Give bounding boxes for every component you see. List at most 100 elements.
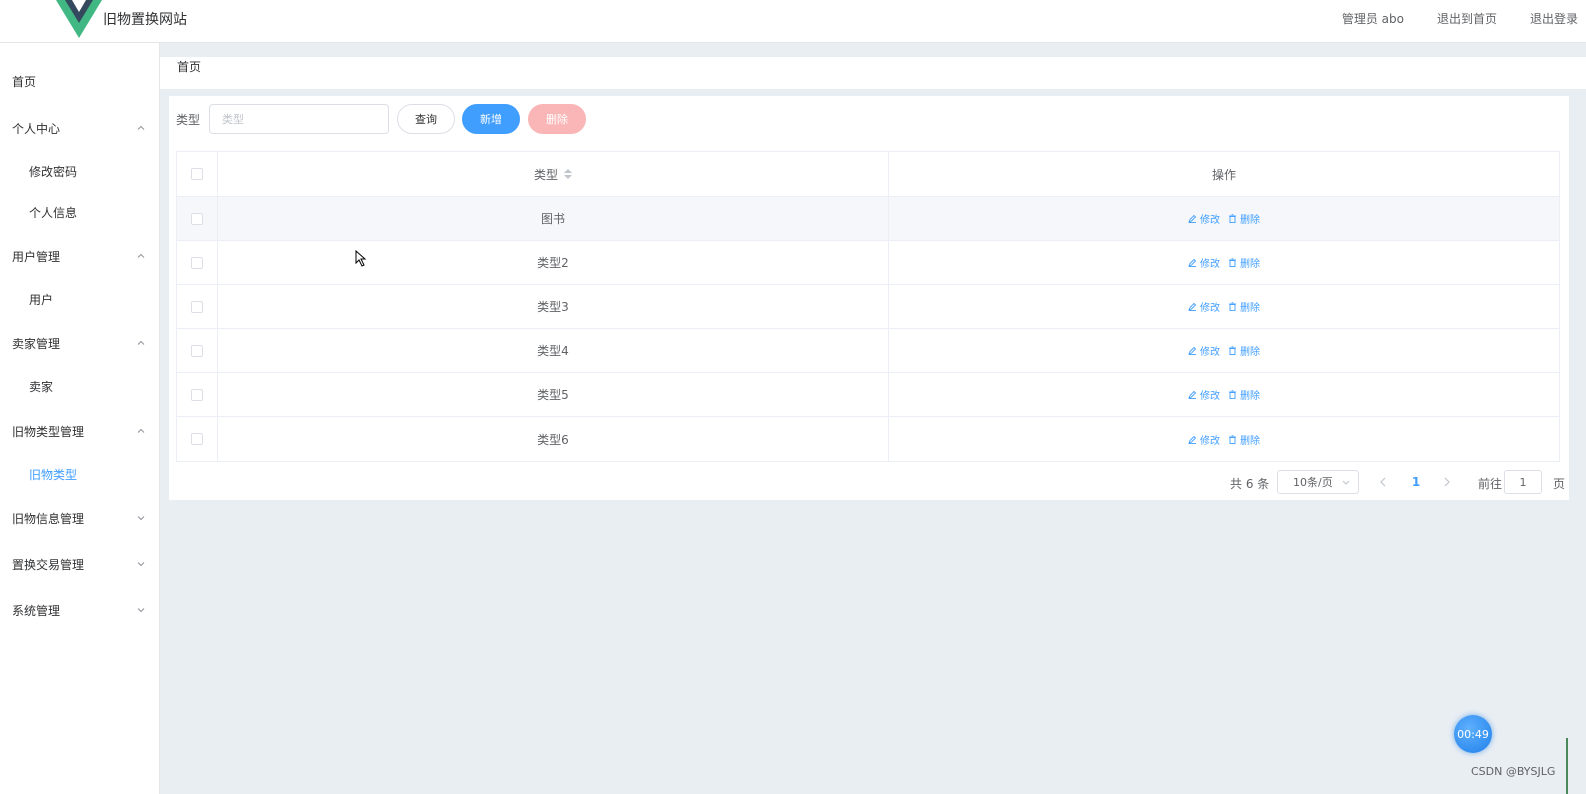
type-cell: 类型5	[218, 373, 889, 416]
delete-button[interactable]: 删除	[1228, 211, 1260, 226]
sidebar-item-label: 系统管理	[12, 603, 61, 618]
sidebar-item-label: 首页	[12, 74, 37, 89]
sidebar-menu: 首页个人中心修改密码个人信息 用户管理用户卖家管理卖家 旧物类型管理旧物类型旧物信息…	[0, 43, 160, 794]
edit-button[interactable]: 修改	[1188, 299, 1220, 314]
delete-button[interactable]: 删除	[1228, 299, 1260, 314]
row-checkbox[interactable]	[191, 256, 203, 269]
op-cell: 修改 删除	[889, 197, 1559, 240]
edit-button[interactable]: 修改	[1188, 387, 1220, 402]
row-checkbox[interactable]	[191, 433, 203, 445]
goto-page-input[interactable]	[1504, 470, 1542, 494]
sidebar-item[interactable]: 个人信息	[0, 190, 159, 234]
sidebar-item[interactable]: 卖家	[0, 364, 159, 408]
edit-icon	[1188, 302, 1197, 311]
delete-icon	[1229, 214, 1236, 223]
edit-label: 修改	[1200, 303, 1220, 314]
sidebar-item[interactable]: 旧物类型	[0, 452, 159, 496]
delete-icon	[1229, 302, 1236, 311]
edit-icon	[1188, 214, 1197, 223]
sidebar-item[interactable]: 首页	[0, 59, 159, 103]
row-check-cell	[177, 373, 218, 416]
delete-button[interactable]: 删除	[1228, 432, 1260, 447]
type-column-header[interactable]: 类型	[218, 152, 889, 196]
edit-button[interactable]: 修改	[1188, 255, 1220, 270]
type-value: 类型5	[537, 388, 569, 402]
edit-icon	[1188, 258, 1197, 267]
table-row[interactable]: 类型5 修改 删除	[177, 373, 1559, 417]
table-row[interactable]: 类型6 修改 删除	[177, 417, 1559, 461]
search-label: 类型	[176, 113, 201, 127]
table-row[interactable]: 类型2 修改 删除	[177, 241, 1559, 285]
logout-link[interactable]: 退出登录	[1530, 10, 1578, 26]
page-size-select[interactable]: 10条/页	[1277, 470, 1359, 494]
next-page-icon[interactable]	[1440, 474, 1454, 490]
sidebar-item[interactable]: 卖家管理	[0, 321, 159, 365]
prev-page-icon[interactable]	[1376, 474, 1390, 490]
edge-strip	[1566, 738, 1568, 794]
sidebar-item[interactable]: 旧物信息管理	[0, 496, 159, 540]
sidebar-item[interactable]: 用户	[0, 277, 159, 321]
edit-button[interactable]: 修改	[1188, 432, 1220, 447]
breadcrumb[interactable]: 首页	[177, 58, 201, 75]
delete-button[interactable]: 删除	[1228, 387, 1260, 402]
sidebar-item-label: 用户	[29, 292, 54, 307]
sidebar-item[interactable]: 修改密码	[0, 149, 159, 193]
sidebar-item[interactable]: 旧物类型管理	[0, 409, 159, 453]
current-user: 管理员 abo	[1341, 12, 1404, 26]
table-row[interactable]: 类型3 修改 删除	[177, 285, 1559, 329]
edit-label: 修改	[1200, 347, 1220, 358]
row-checkbox[interactable]	[191, 344, 203, 357]
type-search-input[interactable]	[209, 104, 389, 134]
sidebar-item-label: 旧物信息管理	[12, 511, 85, 526]
delete-label: 删除	[1240, 215, 1260, 226]
back-home-link[interactable]: 退出到首页	[1437, 10, 1497, 26]
type-cell: 类型2	[218, 241, 889, 284]
chevron-up-icon	[137, 428, 145, 433]
chevron-up-icon	[137, 340, 145, 345]
type-cell: 类型4	[218, 329, 889, 372]
row-check-cell	[177, 329, 218, 372]
sidebar-item[interactable]: 个人中心	[0, 106, 159, 150]
main-content: 首页 类型 查询 新增 删除 类型 操作	[160, 43, 1586, 794]
edit-button[interactable]: 修改	[1188, 211, 1220, 226]
page-number-1[interactable]: 1	[1410, 475, 1422, 489]
sidebar-item-label: 旧物类型	[29, 467, 78, 482]
site-title: 旧物置换网站	[103, 12, 187, 28]
type-cell: 类型6	[218, 417, 889, 461]
delete-button[interactable]: 删除	[1228, 343, 1260, 358]
delete-button[interactable]: 删除	[1228, 255, 1260, 270]
top-header: 旧物置换网站 管理员 abo 退出到首页 退出登录	[0, 0, 1586, 43]
chevron-down-icon	[137, 562, 145, 567]
add-button[interactable]: 新增	[462, 104, 520, 134]
batch-delete-button[interactable]: 删除	[528, 104, 586, 134]
row-checkbox[interactable]	[191, 300, 203, 313]
edit-button[interactable]: 修改	[1188, 343, 1220, 358]
edit-label: 修改	[1200, 259, 1220, 270]
page-size-value: 10条/页	[1293, 476, 1333, 489]
row-check-cell	[177, 241, 218, 284]
sidebar-item[interactable]: 系统管理	[0, 588, 159, 632]
goto-label: 前往	[1478, 477, 1503, 491]
recording-timer[interactable]: 00:49	[1454, 715, 1492, 753]
sidebar-item-label: 修改密码	[29, 164, 78, 179]
query-button[interactable]: 查询	[397, 104, 455, 134]
edit-icon	[1188, 390, 1197, 399]
type-value: 类型3	[537, 300, 569, 314]
sidebar-item-label: 卖家管理	[12, 336, 61, 351]
select-all-checkbox[interactable]	[191, 168, 203, 180]
sidebar-item-label: 个人中心	[12, 121, 61, 136]
op-column-header: 操作	[889, 152, 1559, 196]
row-checkbox[interactable]	[191, 212, 203, 225]
sidebar-item[interactable]: 置换交易管理	[0, 542, 159, 586]
row-checkbox[interactable]	[191, 388, 203, 401]
sidebar-item[interactable]: 用户管理	[0, 234, 159, 278]
table-row[interactable]: 图书 修改 删除	[177, 197, 1559, 241]
op-column-label: 操作	[1211, 167, 1236, 182]
chevron-down-icon	[137, 516, 145, 521]
row-check-cell	[177, 417, 218, 461]
sort-icon[interactable]	[564, 169, 572, 179]
breadcrumb-bar: 首页	[160, 57, 1586, 89]
edit-icon	[1188, 435, 1197, 444]
delete-icon	[1229, 346, 1236, 355]
table-row[interactable]: 类型4 修改 删除	[177, 329, 1559, 373]
